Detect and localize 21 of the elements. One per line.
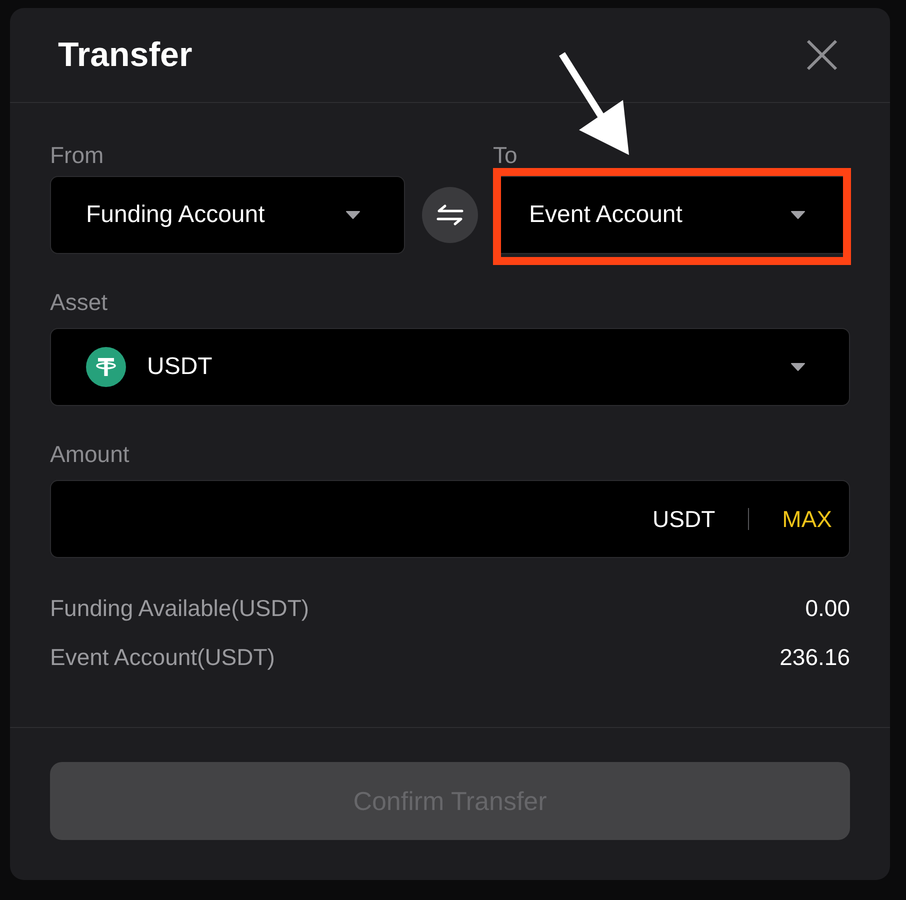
balance-value: 236.16 xyxy=(780,644,850,670)
amount-field[interactable]: USDT MAX xyxy=(50,480,850,558)
field-label: To xyxy=(493,143,518,167)
max-button[interactable]: MAX xyxy=(782,506,832,532)
dialog-title: Transfer xyxy=(58,35,192,75)
close-icon xyxy=(806,39,838,71)
balance-label: Event Account(USDT) xyxy=(50,644,275,670)
asset-dropdown[interactable]: USDT xyxy=(50,328,850,406)
balance-value: 0.00 xyxy=(805,594,850,622)
coin-icon xyxy=(86,347,126,387)
field-label: Asset xyxy=(50,290,108,314)
swap-icon xyxy=(435,204,465,226)
balance-label: Funding Available(USDT) xyxy=(50,594,310,622)
close-button[interactable] xyxy=(806,39,838,71)
account-dropdown[interactable]: Funding Account xyxy=(50,176,405,254)
caret-icon xyxy=(790,362,806,372)
field-label: From xyxy=(50,143,104,167)
field-label: Amount xyxy=(50,442,130,466)
caret-icon xyxy=(345,210,361,220)
caret-icon xyxy=(790,210,806,220)
currency-label: USDT xyxy=(652,506,716,532)
